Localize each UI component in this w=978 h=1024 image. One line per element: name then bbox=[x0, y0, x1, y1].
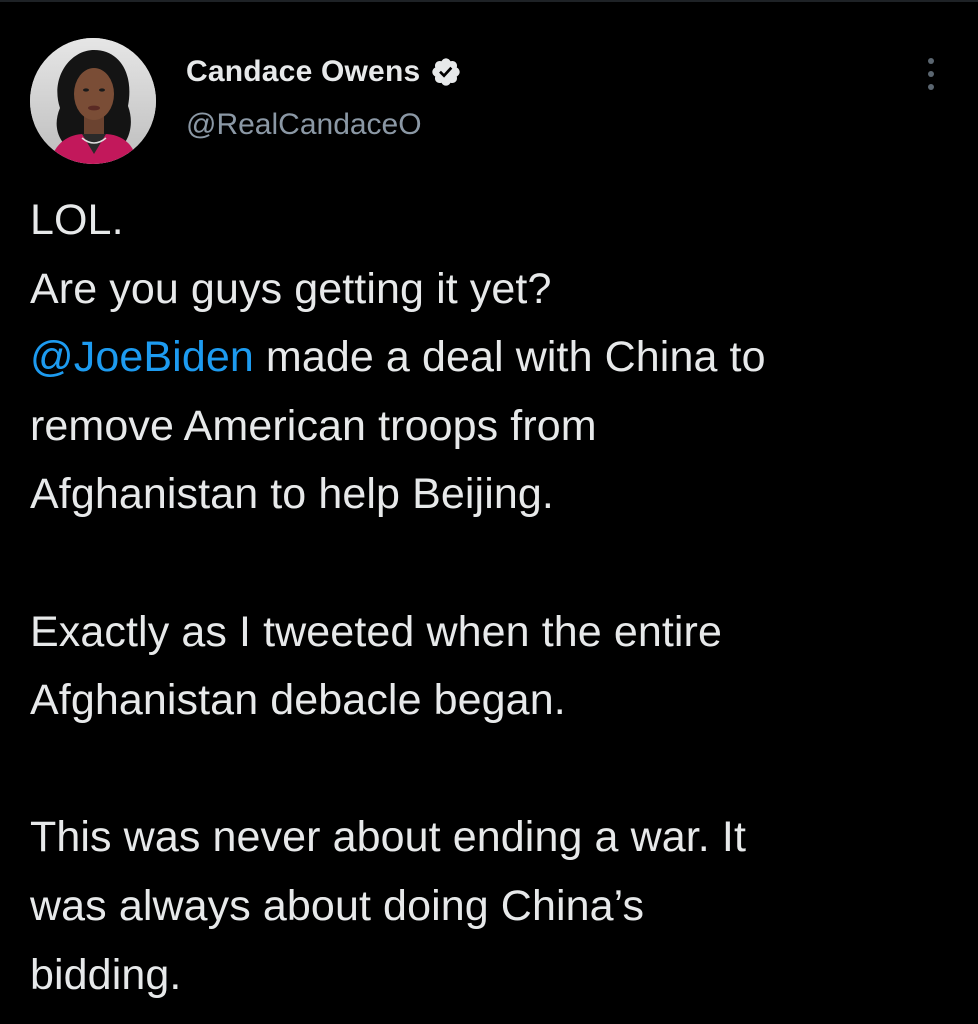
tweet-line: Afghanistan to help Beijing. bbox=[30, 470, 554, 519]
mention-link[interactable]: @JoeBiden bbox=[30, 333, 254, 381]
tweet-line: This was never about ending a war. It bbox=[30, 813, 746, 862]
more-options-icon[interactable] bbox=[920, 54, 942, 94]
tweet-text: LOL. Are you guys getting it yet? @JoeBi… bbox=[30, 186, 960, 1009]
avatar[interactable] bbox=[30, 38, 156, 164]
tweet-card[interactable]: Candace Owens @RealCandaceO LOL. Are you… bbox=[0, 0, 978, 1024]
more-dot bbox=[928, 71, 934, 77]
tweet-line: remove American troops from bbox=[30, 401, 597, 450]
author-name-row[interactable]: Candace Owens bbox=[186, 52, 462, 92]
author-display-name[interactable]: Candace Owens bbox=[186, 55, 420, 89]
more-dot bbox=[928, 84, 934, 90]
more-dot bbox=[928, 58, 934, 64]
tweet-line: Are you guys getting it yet? bbox=[30, 264, 552, 313]
tweet-line-rest: made a deal with China to bbox=[253, 333, 766, 382]
tweet-line: Exactly as I tweeted when the entire bbox=[30, 607, 722, 656]
tweet-line: was always about doing China’s bbox=[30, 881, 645, 930]
tweet-line: bidding. bbox=[30, 950, 182, 999]
tweet-line: @JoeBiden made a deal with China to bbox=[30, 323, 960, 392]
tweet-line: Afghanistan debacle began. bbox=[30, 676, 566, 725]
tweet-line: LOL. bbox=[30, 196, 124, 244]
author-handle[interactable]: @RealCandaceO bbox=[186, 108, 422, 142]
verified-badge-icon bbox=[430, 56, 462, 88]
avatar-image bbox=[30, 38, 156, 164]
